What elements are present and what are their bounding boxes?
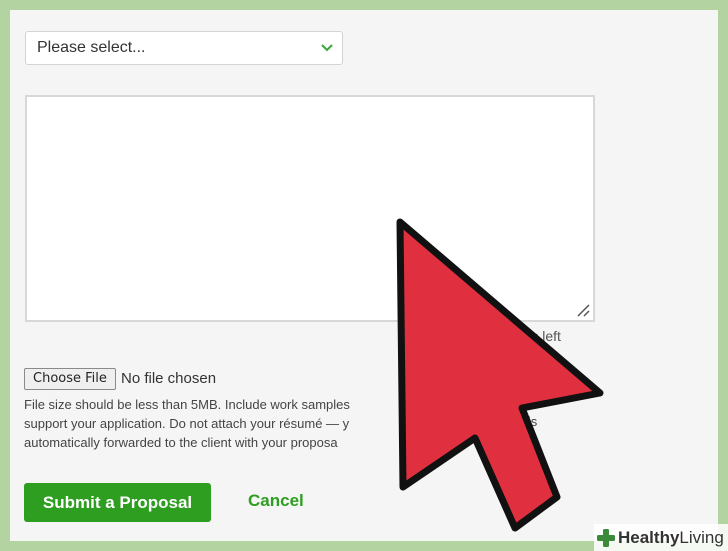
help-line-2: support your application. Do not attach … bbox=[24, 416, 350, 431]
cancel-link[interactable]: Cancel bbox=[248, 491, 304, 511]
choose-file-button[interactable]: Choose File bbox=[24, 368, 116, 390]
file-help-text: File size should be less than 5MB. Inclu… bbox=[24, 395, 584, 452]
healthy-living-watermark: Healthy Living bbox=[594, 524, 728, 551]
submit-proposal-button[interactable]: Submit a Proposal bbox=[24, 483, 211, 522]
help-line-2-suffix: e is bbox=[517, 414, 538, 429]
proposal-textarea[interactable] bbox=[25, 95, 595, 322]
select-value: Please select... bbox=[37, 39, 146, 56]
characters-left-counter: cters left bbox=[508, 328, 561, 344]
chevron-down-icon bbox=[321, 44, 333, 52]
brand-rest: Living bbox=[679, 527, 724, 547]
resize-handle-icon[interactable] bbox=[575, 302, 591, 318]
file-status: No file chosen bbox=[121, 370, 217, 387]
help-line-3: automatically forwarded to the client wi… bbox=[24, 435, 338, 450]
brand-bold: Healthy bbox=[618, 527, 680, 547]
category-select[interactable]: Please select... bbox=[25, 31, 343, 65]
plus-leaf-icon bbox=[597, 528, 615, 547]
help-line-1: File size should be less than 5MB. Inclu… bbox=[24, 397, 350, 412]
